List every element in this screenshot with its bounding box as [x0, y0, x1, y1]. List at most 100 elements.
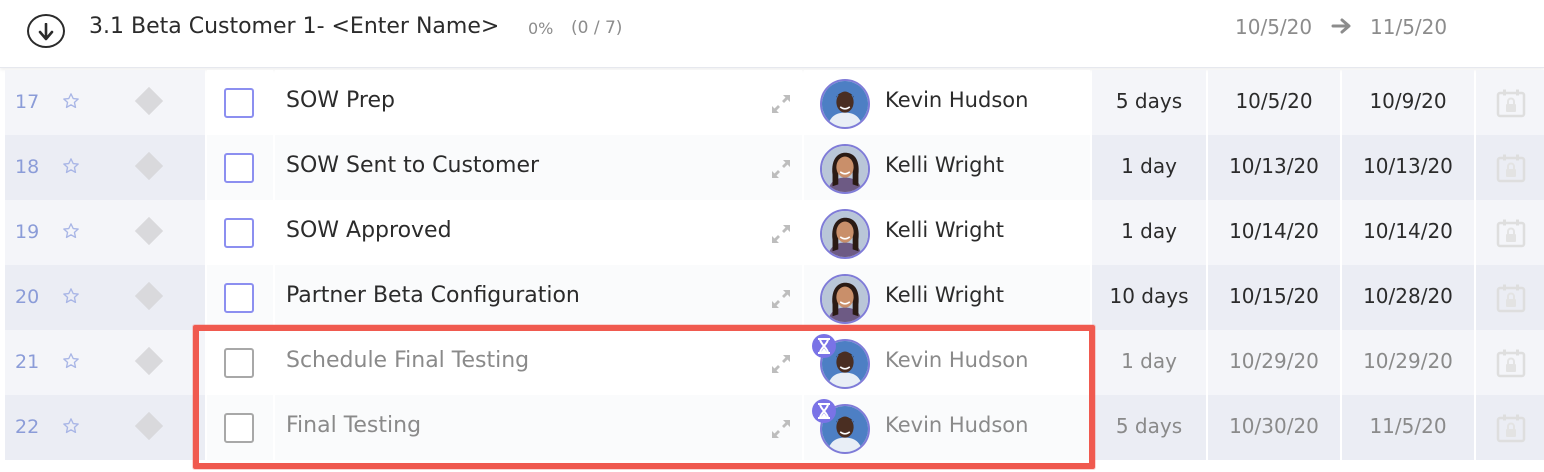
- expand-arrows-icon[interactable]: [769, 92, 793, 120]
- task-name-cell[interactable]: SOW Sent to Customer: [275, 135, 802, 200]
- duration[interactable]: 1 day: [1092, 154, 1206, 178]
- duration[interactable]: 5 days: [1092, 89, 1206, 113]
- start-date[interactable]: 10/29/20: [1208, 349, 1340, 373]
- assignee-cell[interactable]: Kevin Hudson: [804, 330, 1090, 395]
- calendar-lock-icon[interactable]: [1496, 413, 1526, 447]
- duration-cell[interactable]: 10 days: [1092, 265, 1206, 330]
- task-name-cell[interactable]: SOW Prep: [275, 70, 802, 135]
- task-row[interactable]: 18 SOW Sent to Customer Kelli Wright 1 d…: [0, 135, 1544, 200]
- end-date-cell[interactable]: 10/14/20: [1342, 200, 1474, 265]
- assignee-cell[interactable]: Kelli Wright: [804, 135, 1090, 200]
- start-date[interactable]: 10/30/20: [1208, 414, 1340, 438]
- end-date[interactable]: 10/29/20: [1342, 349, 1474, 373]
- duration-cell[interactable]: 5 days: [1092, 395, 1206, 460]
- star-icon[interactable]: [62, 352, 80, 374]
- calendar-lock-icon[interactable]: [1496, 153, 1526, 187]
- star-icon[interactable]: [62, 287, 80, 309]
- start-date-cell[interactable]: 10/30/20: [1208, 395, 1340, 460]
- assignee-name[interactable]: Kevin Hudson: [885, 413, 1028, 437]
- start-date[interactable]: 10/15/20: [1208, 284, 1340, 308]
- task-row[interactable]: 19 SOW Approved Kelli Wright 1 day 10/14…: [0, 200, 1544, 265]
- end-date[interactable]: 10/14/20: [1342, 219, 1474, 243]
- start-date[interactable]: 10/14/20: [1208, 219, 1340, 243]
- diamond-icon[interactable]: [134, 281, 164, 311]
- avatar[interactable]: [820, 274, 870, 324]
- end-date[interactable]: 11/5/20: [1342, 414, 1474, 438]
- end-date-cell[interactable]: 10/29/20: [1342, 330, 1474, 395]
- assignee-cell[interactable]: Kevin Hudson: [804, 70, 1090, 135]
- assignee-cell[interactable]: Kevin Hudson: [804, 395, 1090, 460]
- task-complete-checkbox[interactable]: [224, 348, 254, 378]
- calendar-lock-icon[interactable]: [1496, 348, 1526, 382]
- diamond-icon[interactable]: [134, 151, 164, 181]
- avatar[interactable]: [820, 79, 870, 129]
- start-date[interactable]: 10/13/20: [1208, 154, 1340, 178]
- task-complete-checkbox[interactable]: [224, 413, 254, 443]
- expand-arrows-icon[interactable]: [769, 352, 793, 380]
- task-row[interactable]: 17 SOW Prep Kevin Hudson 5 days 10/5/20 …: [0, 70, 1544, 135]
- task-name[interactable]: SOW Approved: [286, 218, 452, 243]
- task-name-cell[interactable]: SOW Approved: [275, 200, 802, 265]
- end-date-cell[interactable]: 10/28/20: [1342, 265, 1474, 330]
- assignee-name[interactable]: Kelli Wright: [885, 218, 1004, 242]
- start-date-cell[interactable]: 10/13/20: [1208, 135, 1340, 200]
- task-name[interactable]: SOW Prep: [286, 88, 395, 113]
- assignee-name[interactable]: Kevin Hudson: [885, 88, 1028, 112]
- start-date-cell[interactable]: 10/15/20: [1208, 265, 1340, 330]
- task-complete-checkbox[interactable]: [224, 283, 254, 313]
- expand-arrows-icon[interactable]: [769, 287, 793, 315]
- task-row[interactable]: 22 Final Testing Kevin Hudson 5 days 10/…: [0, 395, 1544, 460]
- task-name[interactable]: Final Testing: [286, 413, 421, 438]
- task-name-cell[interactable]: Final Testing: [275, 395, 802, 460]
- assignee-name[interactable]: Kelli Wright: [885, 283, 1004, 307]
- end-date-cell[interactable]: 10/9/20: [1342, 70, 1474, 135]
- expand-arrows-icon[interactable]: [769, 222, 793, 250]
- duration[interactable]: 1 day: [1092, 349, 1206, 373]
- task-name[interactable]: Partner Beta Configuration: [286, 283, 580, 308]
- task-name[interactable]: Schedule Final Testing: [286, 348, 529, 373]
- end-date-cell[interactable]: 10/13/20: [1342, 135, 1474, 200]
- task-complete-checkbox[interactable]: [224, 88, 254, 118]
- star-icon[interactable]: [62, 222, 80, 244]
- task-name-cell[interactable]: Partner Beta Configuration: [275, 265, 802, 330]
- task-row[interactable]: 21 Schedule Final Testing Kevin Hudson 1…: [0, 330, 1544, 395]
- expand-arrows-icon[interactable]: [769, 157, 793, 185]
- assignee-name[interactable]: Kelli Wright: [885, 153, 1004, 177]
- diamond-icon[interactable]: [134, 86, 164, 116]
- assignee-cell[interactable]: Kelli Wright: [804, 200, 1090, 265]
- end-date[interactable]: 10/9/20: [1342, 89, 1474, 113]
- end-date[interactable]: 10/13/20: [1342, 154, 1474, 178]
- duration[interactable]: 10 days: [1092, 284, 1206, 308]
- calendar-lock-icon[interactable]: [1496, 88, 1526, 122]
- diamond-icon[interactable]: [134, 216, 164, 246]
- assignee-cell[interactable]: Kelli Wright: [804, 265, 1090, 330]
- task-complete-checkbox[interactable]: [224, 153, 254, 183]
- duration-cell[interactable]: 1 day: [1092, 200, 1206, 265]
- duration-cell[interactable]: 1 day: [1092, 330, 1206, 395]
- calendar-lock-icon[interactable]: [1496, 218, 1526, 252]
- avatar[interactable]: [820, 144, 870, 194]
- avatar[interactable]: [820, 209, 870, 259]
- diamond-icon[interactable]: [134, 346, 164, 376]
- duration-cell[interactable]: 1 day: [1092, 135, 1206, 200]
- diamond-icon[interactable]: [134, 411, 164, 441]
- expand-arrows-icon[interactable]: [769, 417, 793, 445]
- duration[interactable]: 5 days: [1092, 414, 1206, 438]
- collapse-group-button[interactable]: [27, 14, 65, 48]
- task-name-cell[interactable]: Schedule Final Testing: [275, 330, 802, 395]
- start-date-cell[interactable]: 10/29/20: [1208, 330, 1340, 395]
- star-icon[interactable]: [62, 417, 80, 439]
- end-date[interactable]: 10/28/20: [1342, 284, 1474, 308]
- start-date[interactable]: 10/5/20: [1208, 89, 1340, 113]
- task-name[interactable]: SOW Sent to Customer: [286, 153, 539, 178]
- end-date-cell[interactable]: 11/5/20: [1342, 395, 1474, 460]
- task-row[interactable]: 20 Partner Beta Configuration Kelli Wrig: [0, 265, 1544, 330]
- task-complete-checkbox[interactable]: [224, 218, 254, 248]
- calendar-lock-icon[interactable]: [1496, 283, 1526, 317]
- start-date-cell[interactable]: 10/14/20: [1208, 200, 1340, 265]
- assignee-name[interactable]: Kevin Hudson: [885, 348, 1028, 372]
- star-icon[interactable]: [62, 157, 80, 179]
- duration[interactable]: 1 day: [1092, 219, 1206, 243]
- duration-cell[interactable]: 5 days: [1092, 70, 1206, 135]
- start-date-cell[interactable]: 10/5/20: [1208, 70, 1340, 135]
